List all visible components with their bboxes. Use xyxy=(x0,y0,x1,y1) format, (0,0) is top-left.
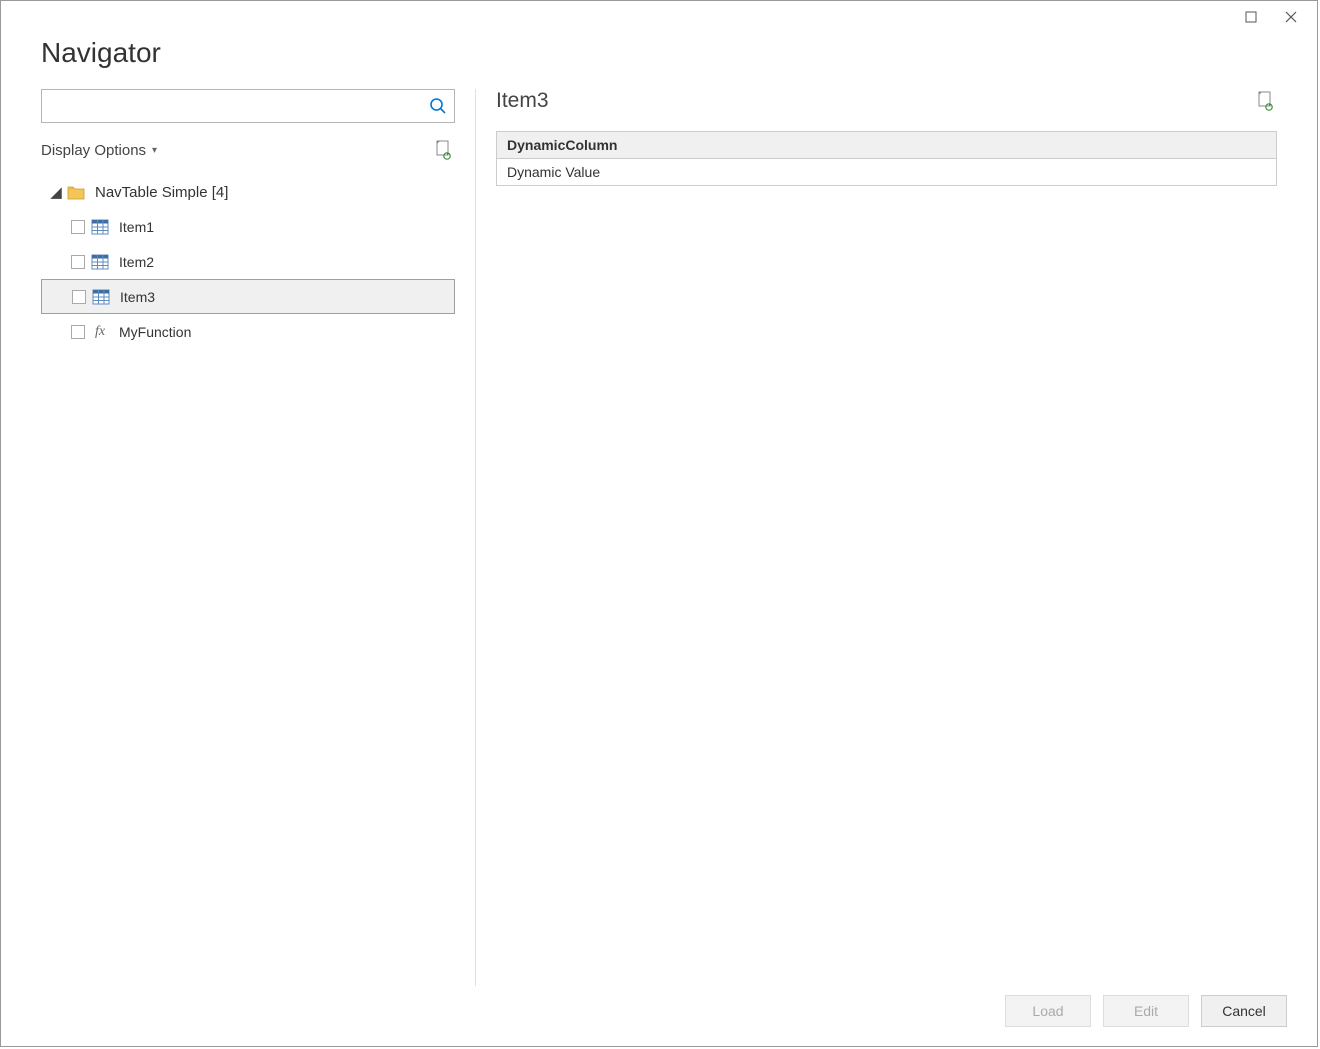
tree-item-item2[interactable]: Item2 xyxy=(41,244,455,279)
tree-item-label: MyFunction xyxy=(119,324,191,340)
tree-root[interactable]: ◢ NavTable Simple [4] xyxy=(41,175,455,209)
navigation-tree: ◢ NavTable Simple [4] Item1 Item2 xyxy=(41,175,455,966)
dialog-footer: Load Edit Cancel xyxy=(1,986,1317,1046)
navigator-dialog: Navigator Display Options ▾ xyxy=(0,0,1318,1047)
table-icon xyxy=(91,219,109,235)
tree-root-label: NavTable Simple [4] xyxy=(95,184,228,201)
chevron-down-icon: ▾ xyxy=(152,145,157,156)
checkbox[interactable] xyxy=(71,255,85,269)
table-row: Dynamic Value xyxy=(497,159,1277,186)
preview-cell[interactable]: Dynamic Value xyxy=(497,159,1277,186)
cancel-button[interactable]: Cancel xyxy=(1201,995,1287,1027)
refresh-button[interactable] xyxy=(431,138,455,162)
checkbox[interactable] xyxy=(71,325,85,339)
tree-item-label: Item3 xyxy=(120,289,155,305)
tree-item-item3[interactable]: Item3 xyxy=(41,279,455,314)
function-icon: fx xyxy=(91,324,109,340)
tree-item-label: Item1 xyxy=(119,219,154,235)
display-options-dropdown[interactable]: Display Options ▾ xyxy=(41,142,157,159)
preview-column-header[interactable]: DynamicColumn xyxy=(497,132,1277,159)
checkbox[interactable] xyxy=(72,290,86,304)
maximize-button[interactable] xyxy=(1231,3,1271,31)
table-icon xyxy=(91,254,109,270)
search-box xyxy=(41,89,455,123)
search-icon[interactable] xyxy=(422,91,454,121)
dialog-title: Navigator xyxy=(41,37,1277,69)
display-options-label: Display Options xyxy=(41,142,146,159)
checkbox[interactable] xyxy=(71,220,85,234)
preview-title: Item3 xyxy=(496,89,549,113)
search-input[interactable] xyxy=(42,91,422,121)
preview-refresh-button[interactable] xyxy=(1253,89,1277,113)
titlebar xyxy=(1,1,1317,33)
folder-icon xyxy=(67,184,85,200)
table-icon xyxy=(92,289,110,305)
collapse-icon[interactable]: ◢ xyxy=(47,183,65,201)
close-button[interactable] xyxy=(1271,3,1311,31)
tree-item-label: Item2 xyxy=(119,254,154,270)
left-pane: Display Options ▾ ◢ NavTable Simple [4] … xyxy=(41,89,476,986)
preview-pane: Item3 DynamicColumn Dynamic Value xyxy=(476,89,1277,986)
edit-button[interactable]: Edit xyxy=(1103,995,1189,1027)
tree-item-myfunction[interactable]: fx MyFunction xyxy=(41,314,455,349)
load-button[interactable]: Load xyxy=(1005,995,1091,1027)
preview-table: DynamicColumn Dynamic Value xyxy=(496,131,1277,186)
tree-item-item1[interactable]: Item1 xyxy=(41,209,455,244)
